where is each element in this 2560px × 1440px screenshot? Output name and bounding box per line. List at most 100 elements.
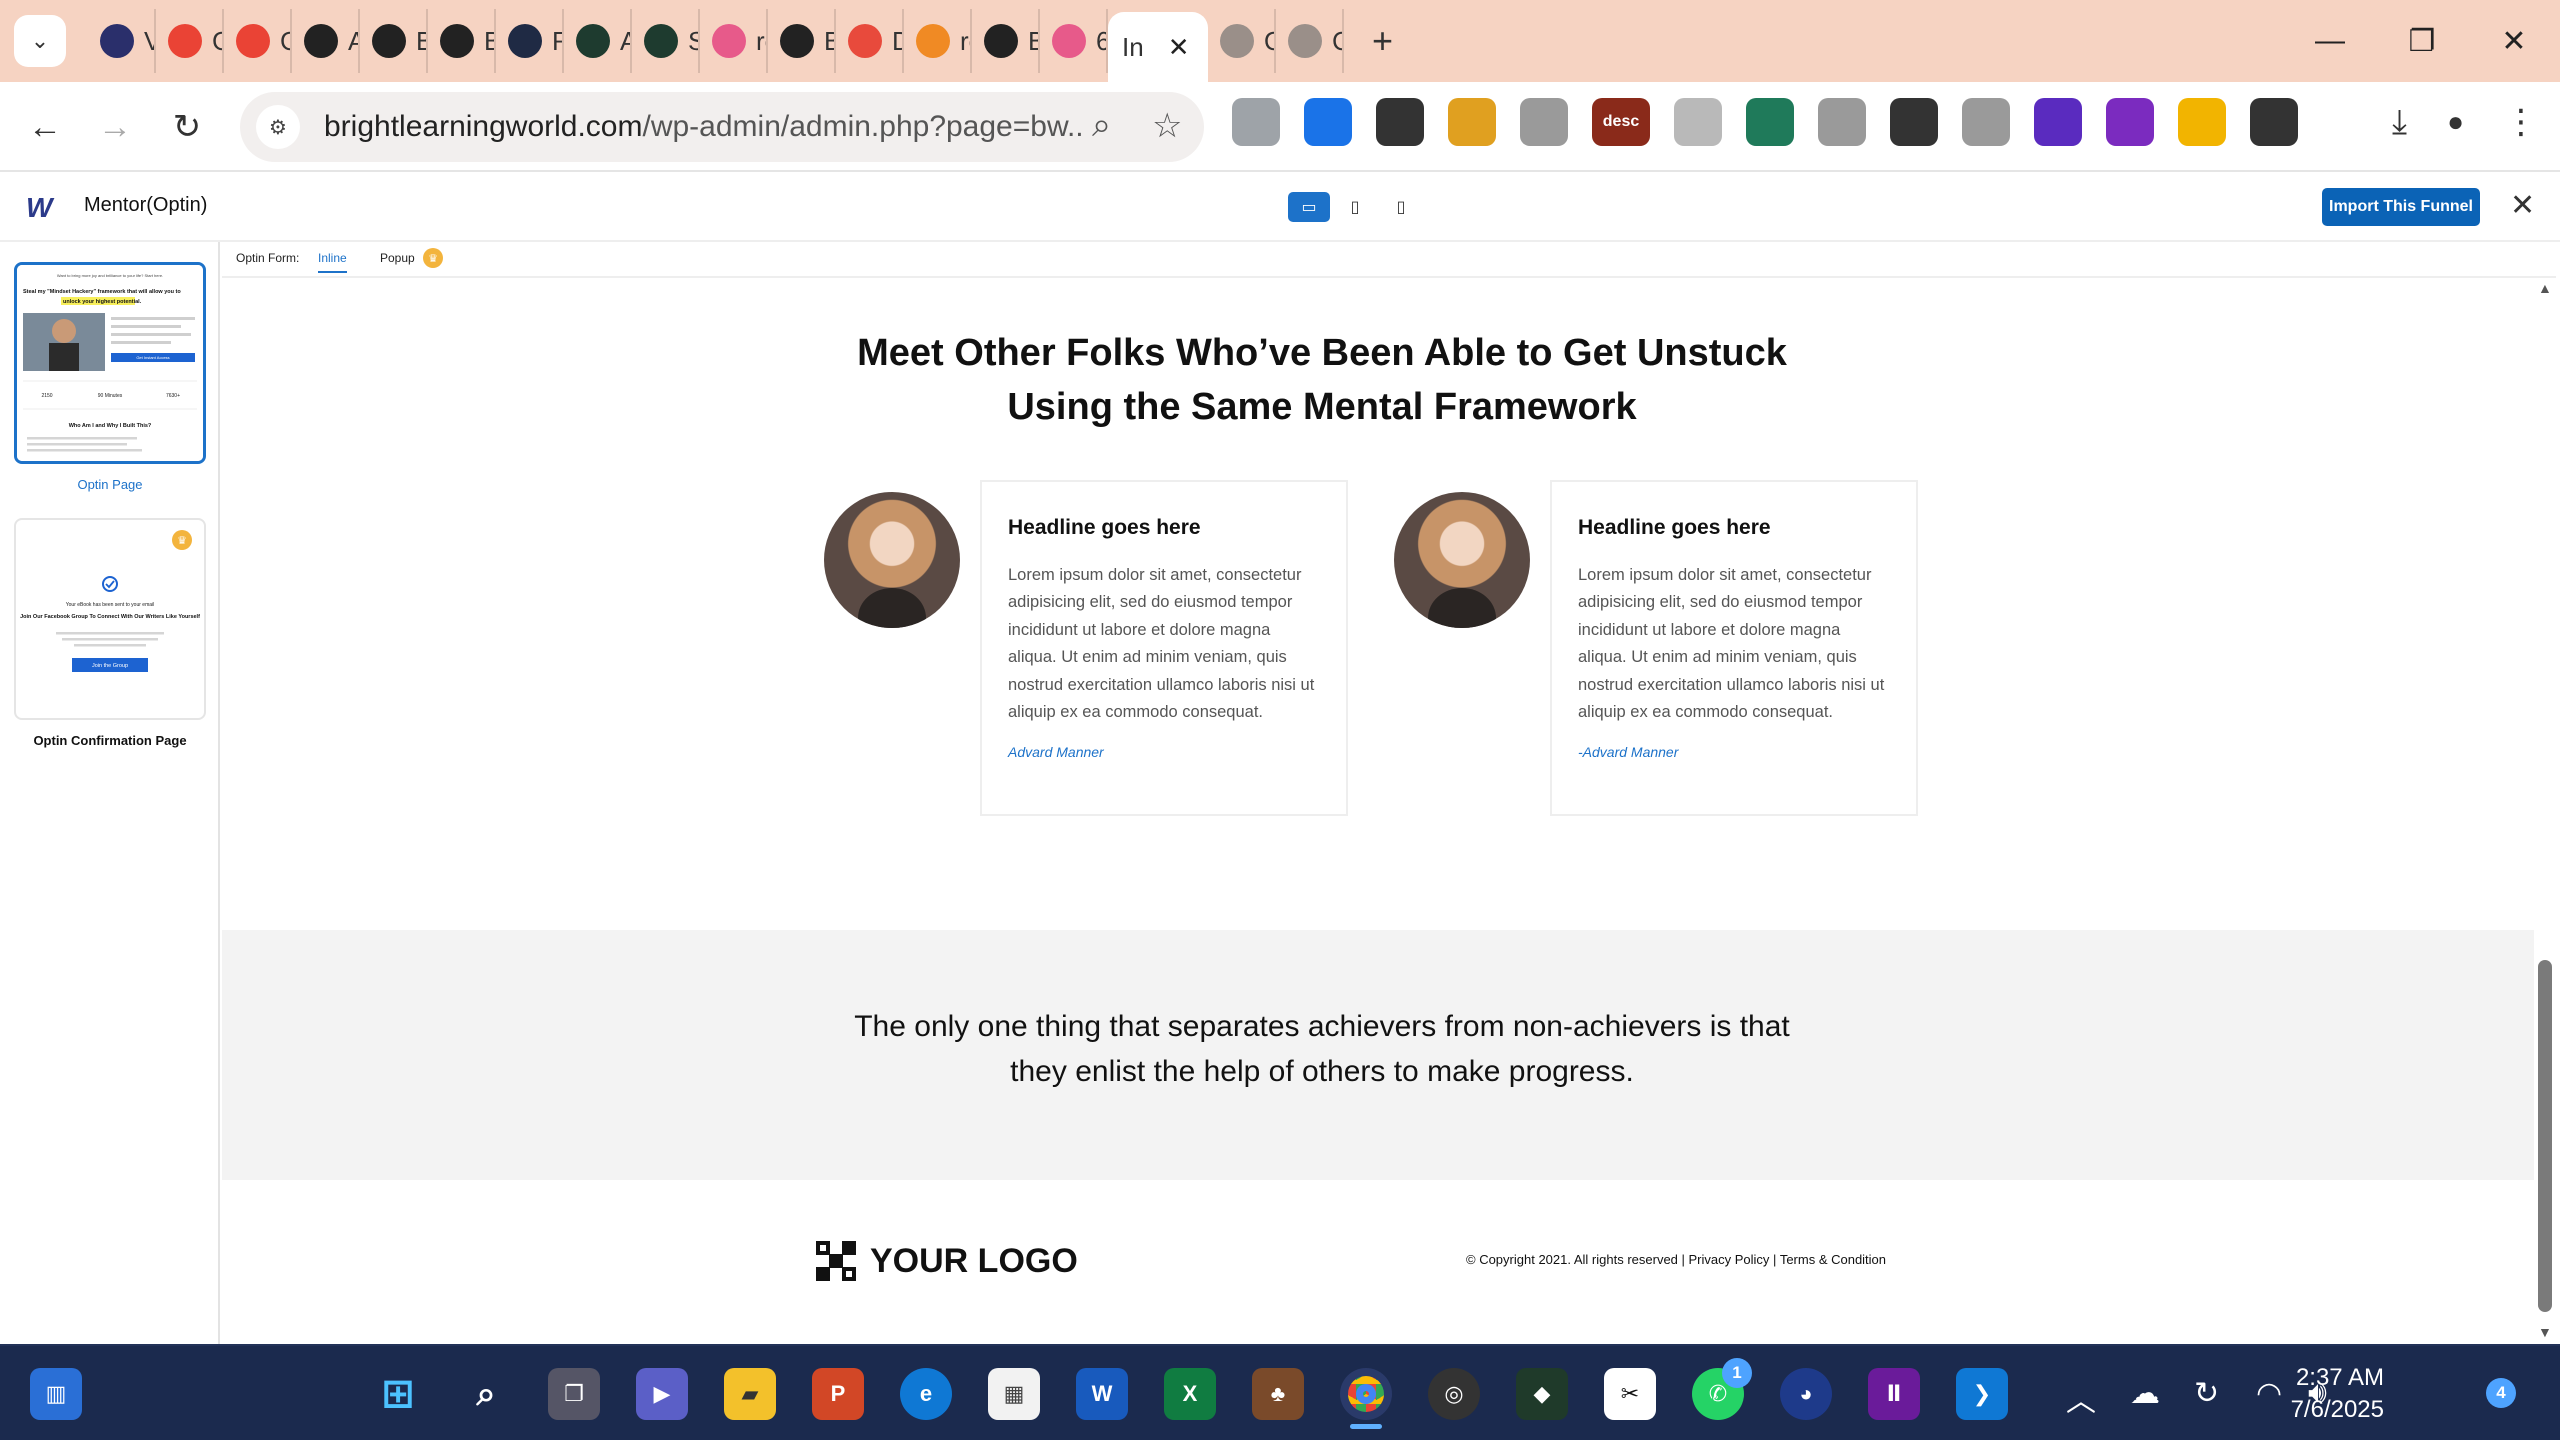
terms-link[interactable]: Terms & Condition — [1780, 1252, 1886, 1267]
optin-confirmation-thumbnail[interactable]: ♛ Your eBook has been sent to your email… — [14, 518, 206, 720]
browser-tab-active[interactable]: In ✕ — [1108, 12, 1208, 82]
browser-tab[interactable]: Re — [496, 9, 564, 73]
browser-tab[interactable]: re — [700, 9, 768, 73]
tab-label: Br — [416, 26, 426, 57]
svg-text:Who Am I and Why I Built This?: Who Am I and Why I Built This? — [69, 423, 152, 429]
optin-confirmation-label[interactable]: Optin Confirmation Page — [0, 733, 220, 748]
tab-label: Bi — [1028, 26, 1038, 57]
widgets-icon[interactable]: ▥ — [30, 1368, 82, 1420]
tree-app-icon[interactable]: ♣ — [1252, 1368, 1304, 1420]
colorgrid-icon[interactable] — [1448, 98, 1496, 146]
forward-icon[interactable]: → — [92, 104, 138, 150]
sync-icon[interactable]: ↻ — [2194, 1376, 2219, 1411]
k-icon[interactable] — [1376, 98, 1424, 146]
file-explorer-icon[interactable]: ▰ — [724, 1368, 776, 1420]
browser-tab[interactable]: Bi — [972, 9, 1040, 73]
notification-count[interactable]: 4 — [2486, 1378, 2516, 1408]
testimonial-headline: Headline goes here — [1578, 516, 1771, 539]
tab-label: Dc — [892, 26, 902, 57]
browser-tab[interactable]: 6c — [1040, 9, 1108, 73]
browser-tab[interactable]: Gi — [156, 9, 224, 73]
mobile-view-icon[interactable]: ▯ — [1380, 192, 1422, 222]
desc-icon[interactable]: desc — [1592, 98, 1650, 146]
browser-tab[interactable]: O — [1208, 9, 1276, 73]
import-funnel-button[interactable]: Import This Funnel — [2322, 188, 2480, 226]
dots-icon — [916, 24, 950, 58]
privacy-policy-link[interactable]: Privacy Policy — [1689, 1252, 1770, 1267]
bookmark-star-icon[interactable]: ☆ — [1152, 106, 1182, 146]
mic-icon[interactable] — [1818, 98, 1866, 146]
back-icon[interactable]: ← — [22, 104, 68, 150]
capcut-icon[interactable]: ✂ — [1604, 1368, 1656, 1420]
t-icon[interactable] — [2034, 98, 2082, 146]
clock[interactable]: 2:37 AM 7/6/2025 — [2264, 1362, 2384, 1426]
task-view-icon[interactable]: ❐ — [548, 1368, 600, 1420]
close-preview-icon[interactable]: ✕ — [2510, 188, 2535, 223]
diamond-icon[interactable] — [1746, 98, 1794, 146]
scroll-thumb[interactable] — [2538, 960, 2552, 1312]
scroll-up-icon[interactable]: ▲ — [2538, 280, 2552, 296]
meet-icon[interactable]: ▶ — [636, 1368, 688, 1420]
funnel-pages-sidebar: Want to bring more joy and brilliance to… — [0, 242, 220, 1344]
menu-kebab-icon[interactable]: ⋮ — [2504, 102, 2538, 142]
profile-avatar[interactable]: ● — [2447, 106, 2464, 138]
f-icon[interactable] — [1890, 98, 1938, 146]
puzzle-icon[interactable] — [2250, 98, 2298, 146]
tab-search-button[interactable]: ⌄ — [14, 15, 66, 67]
url-text[interactable]: brightlearningworld.com/wp-admin/admin.p… — [324, 110, 1084, 144]
optin-page-label[interactable]: Optin Page — [0, 477, 220, 492]
vscode-icon[interactable]: ❯ — [1956, 1368, 2008, 1420]
word-icon[interactable]: W — [1076, 1368, 1128, 1420]
browser-tab[interactable]: Au — [564, 9, 632, 73]
expand-icon[interactable] — [1962, 98, 2010, 146]
tab-close-icon[interactable]: ✕ — [1168, 32, 1190, 63]
gnome-app-icon[interactable]: ◕ — [1780, 1368, 1832, 1420]
tab-inline[interactable]: Inline — [318, 251, 347, 273]
address-bar[interactable]: ⚙ brightlearningworld.com/wp-admin/admin… — [240, 92, 1204, 162]
browser-tab[interactable]: Cc — [1276, 9, 1344, 73]
footer-logo: YOUR LOGO — [816, 1241, 1078, 1281]
desktop-view-icon[interactable]: ▭ — [1288, 192, 1330, 222]
filmora-icon[interactable]: ◆ — [1516, 1368, 1568, 1420]
chrome-icon[interactable] — [1340, 1368, 1392, 1420]
h-icon[interactable] — [1674, 98, 1722, 146]
optin-page-thumbnail[interactable]: Want to bring more joy and brilliance to… — [14, 262, 206, 464]
edge-icon[interactable]: e — [900, 1368, 952, 1420]
minimize-icon[interactable]: — — [2284, 24, 2376, 58]
intellij-icon[interactable]: Ⅱ — [1868, 1368, 1920, 1420]
obs-icon[interactable]: ◎ — [1428, 1368, 1480, 1420]
zoom-icon[interactable]: ⌕ — [1092, 106, 1111, 145]
new-tab-icon[interactable]: + — [1372, 20, 1412, 62]
browser-tab[interactable]: Se — [632, 9, 700, 73]
browser-tab[interactable]: Al — [292, 9, 360, 73]
excel-icon[interactable]: X — [1164, 1368, 1216, 1420]
browser-tab[interactable]: Gi — [224, 9, 292, 73]
k2-icon[interactable] — [2178, 98, 2226, 146]
browser-tab[interactable]: re — [904, 9, 972, 73]
store-icon[interactable]: ▦ — [988, 1368, 1040, 1420]
start-icon[interactable]: ⊞ — [372, 1368, 424, 1420]
tab-popup[interactable]: Popup — [380, 251, 415, 265]
tb-icon[interactable] — [1520, 98, 1568, 146]
scroll-down-icon[interactable]: ▼ — [2538, 1324, 2552, 1340]
site-settings-icon[interactable]: ⚙ — [256, 105, 300, 149]
browser-tab[interactable]: Br — [360, 9, 428, 73]
tray-chevron-icon[interactable]: ︿ — [2066, 1376, 2096, 1420]
restore-icon[interactable]: ❐ — [2376, 24, 2468, 59]
eye-icon[interactable] — [2106, 98, 2154, 146]
reload-icon[interactable]: ↻ — [164, 104, 210, 150]
code-icon[interactable] — [1232, 98, 1280, 146]
tablet-view-icon[interactable]: ▯ — [1334, 192, 1376, 222]
browser-tab[interactable]: Dc — [836, 9, 904, 73]
browser-tab[interactable]: Br — [428, 9, 496, 73]
close-window-icon[interactable]: ✕ — [2468, 24, 2560, 59]
iq-icon[interactable] — [1304, 98, 1352, 146]
onedrive-icon[interactable]: ☁ — [2130, 1376, 2160, 1411]
search-icon[interactable]: ⌕ — [460, 1368, 512, 1420]
browser-tab[interactable]: Br — [768, 9, 836, 73]
browser-tab[interactable]: Vc — [88, 9, 156, 73]
powerpoint-icon[interactable]: P — [812, 1368, 864, 1420]
avatar-icon — [1220, 24, 1254, 58]
preview-scrollbar[interactable]: ▲ ▼ — [2534, 278, 2558, 1344]
download-icon[interactable]: ⤓ — [2392, 103, 2407, 142]
